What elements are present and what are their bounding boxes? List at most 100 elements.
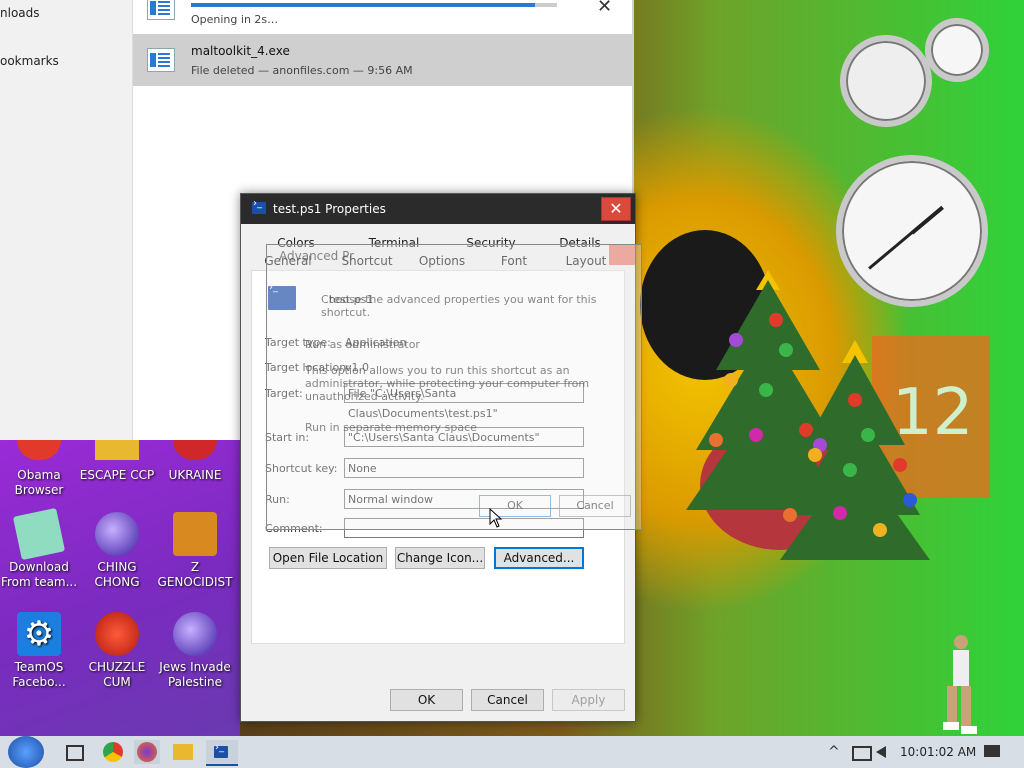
download-status: Opening in 2s… — [191, 13, 279, 26]
volume-icon[interactable] — [876, 746, 886, 758]
target-label: Target: — [265, 387, 303, 400]
tab-font[interactable]: Font — [495, 254, 533, 268]
open-file-location-button[interactable]: Open File Location — [269, 547, 387, 569]
firefox-icon[interactable] — [134, 740, 160, 764]
desktop-icon-chuzzle[interactable]: CHUZZLE CUM — [78, 612, 156, 690]
advanced-button[interactable]: Advanced... — [494, 547, 584, 569]
desktop-icon-z-genocidist[interactable]: Z GENOCIDIST — [156, 512, 234, 590]
taskbar-clock[interactable]: 10:01:02 AM — [900, 745, 976, 759]
task-view-icon[interactable] — [62, 740, 88, 764]
desktop-icon-label: CUM — [103, 675, 131, 689]
change-icon-button[interactable]: Change Icon... — [395, 547, 485, 569]
ok-button[interactable]: OK — [390, 689, 463, 711]
run-label: Run: — [265, 493, 290, 506]
gear-icon: ⚙ — [17, 612, 61, 656]
file-explorer-icon[interactable] — [170, 740, 196, 764]
tab-general[interactable]: General — [263, 254, 313, 268]
dialog-title: test.ps1 Properties — [273, 202, 386, 216]
tab-layout[interactable]: Layout — [563, 254, 609, 268]
run-select[interactable]: Normal window — [344, 489, 584, 509]
desktop-icon-escape-ccp[interactable]: ESCAPE CCP — [78, 440, 156, 483]
tray-chevron-icon[interactable]: ^ — [828, 744, 840, 760]
file-name: test.ps1 — [329, 293, 374, 306]
z-box-icon — [173, 512, 217, 556]
taskbar: ^ 10:01:02 AM — [0, 736, 1024, 768]
shortcut-tab-panel — [251, 270, 625, 644]
shortcut-key-label: Shortcut key: — [265, 462, 338, 475]
bomb-icon — [95, 512, 139, 556]
clock-gadget — [836, 155, 988, 307]
mouse-cursor-icon — [489, 508, 503, 528]
desktop-icon-label: Download — [9, 560, 69, 574]
file-icon — [147, 48, 175, 72]
network-icon[interactable] — [852, 746, 872, 761]
bomb-icon — [173, 612, 217, 656]
clock-hour-hand — [910, 205, 944, 235]
desktop-icon-label: Palestine — [167, 675, 223, 689]
speedometer-gadget — [840, 35, 932, 127]
sidebar-item-bookmarks[interactable]: ookmarks — [0, 54, 59, 68]
desktop-icon-obama-browser[interactable]: Obama Browser — [0, 440, 78, 498]
shortcut-key-input[interactable]: None — [344, 458, 584, 478]
desktop-icon-ching-chong[interactable]: CHING CHONG — [78, 512, 156, 590]
desktop-icon-label: Browser — [14, 483, 64, 497]
close-icon[interactable]: ✕ — [597, 0, 612, 17]
target-type-value: Application — [345, 336, 407, 349]
desktop-icon-label: From team... — [0, 575, 78, 589]
start-in-input[interactable]: "C:\Users\Santa Claus\Documents" — [344, 427, 584, 447]
target-location-label: Target location: — [265, 361, 350, 374]
apply-button[interactable]: Apply — [552, 689, 625, 711]
desktop-icon-label: GENOCIDIST — [157, 575, 233, 589]
desktop-icon-label: Facebo... — [12, 675, 66, 689]
download-item-opening[interactable]: Opening in 2s… ✕ — [133, 0, 632, 38]
powershell-icon — [252, 198, 266, 214]
properties-dialog: test.ps1 Properties ✕ Colors Terminal Se… — [240, 193, 636, 722]
desktop-icon-label: UKRAINE — [168, 468, 222, 482]
clock-minute-hand — [868, 231, 913, 270]
tab-details[interactable]: Details — [555, 236, 605, 250]
desktop-icon-label: Z — [190, 560, 200, 574]
sidebar-item-downloads[interactable]: nloads — [0, 6, 40, 20]
notifications-icon[interactable] — [984, 745, 1000, 757]
browser-sidebar: nloads ookmarks — [0, 0, 133, 440]
tab-shortcut[interactable]: Shortcut — [337, 254, 397, 268]
desktop-icon-label: Obama — [17, 468, 61, 482]
download-item-maltoolkit[interactable]: maltoolkit_4.exe File deleted — anonfile… — [133, 34, 632, 86]
tab-colors[interactable]: Colors — [269, 236, 323, 250]
target-input[interactable]: File "C:\Users\Santa Claus\Documents\tes… — [344, 383, 584, 420]
dialog-titlebar[interactable]: test.ps1 Properties ✕ — [241, 194, 635, 224]
desktop-icon-download-from-team[interactable]: Download From team... — [0, 507, 78, 590]
tab-security[interactable]: Security — [463, 236, 519, 250]
red-app-icon — [173, 440, 217, 460]
desktop-icon-label: CHING — [97, 560, 137, 574]
target-type-label: Target type: — [265, 336, 331, 349]
cancel-button[interactable]: Cancel — [471, 689, 544, 711]
start-button[interactable] — [8, 736, 44, 768]
browser-app-icon — [17, 440, 61, 460]
desktop-icon-jews-invade-palestine[interactable]: Jews Invade Palestine — [156, 612, 234, 690]
desktop-icon-label: CHONG — [94, 575, 140, 589]
christmas-tree-2-icon — [780, 340, 930, 560]
tab-options[interactable]: Options — [417, 254, 467, 268]
desktop-icon-ukraine[interactable]: UKRAINE — [156, 440, 234, 483]
desktop-icon-label: Jews Invade — [159, 660, 231, 674]
folder-icon — [95, 440, 139, 460]
powershell-file-icon — [268, 282, 296, 310]
chrome-icon[interactable] — [100, 740, 126, 764]
chuzzle-icon — [95, 612, 139, 656]
file-icon — [147, 0, 175, 20]
comment-label: Comment: — [265, 522, 323, 535]
powershell-taskbar-icon[interactable] — [206, 740, 238, 766]
download-progress-bar — [191, 3, 557, 7]
small-dial-gadget — [925, 18, 989, 82]
comment-input[interactable] — [344, 518, 584, 538]
desktop-icon-label: ESCAPE CCP — [79, 468, 155, 482]
dialog-close-button[interactable]: ✕ — [601, 197, 631, 221]
download-status: File deleted — anonfiles.com — 9:56 AM — [191, 64, 413, 77]
desktop-icon-label: CHUZZLE — [88, 660, 146, 674]
tab-terminal[interactable]: Terminal — [365, 236, 423, 250]
start-in-label: Start in: — [265, 431, 310, 444]
download-progress-fill — [191, 3, 536, 7]
desktop-icon-teamos-facebook[interactable]: ⚙ TeamOS Facebo... — [0, 612, 78, 690]
dancing-figure-icon — [943, 635, 977, 734]
